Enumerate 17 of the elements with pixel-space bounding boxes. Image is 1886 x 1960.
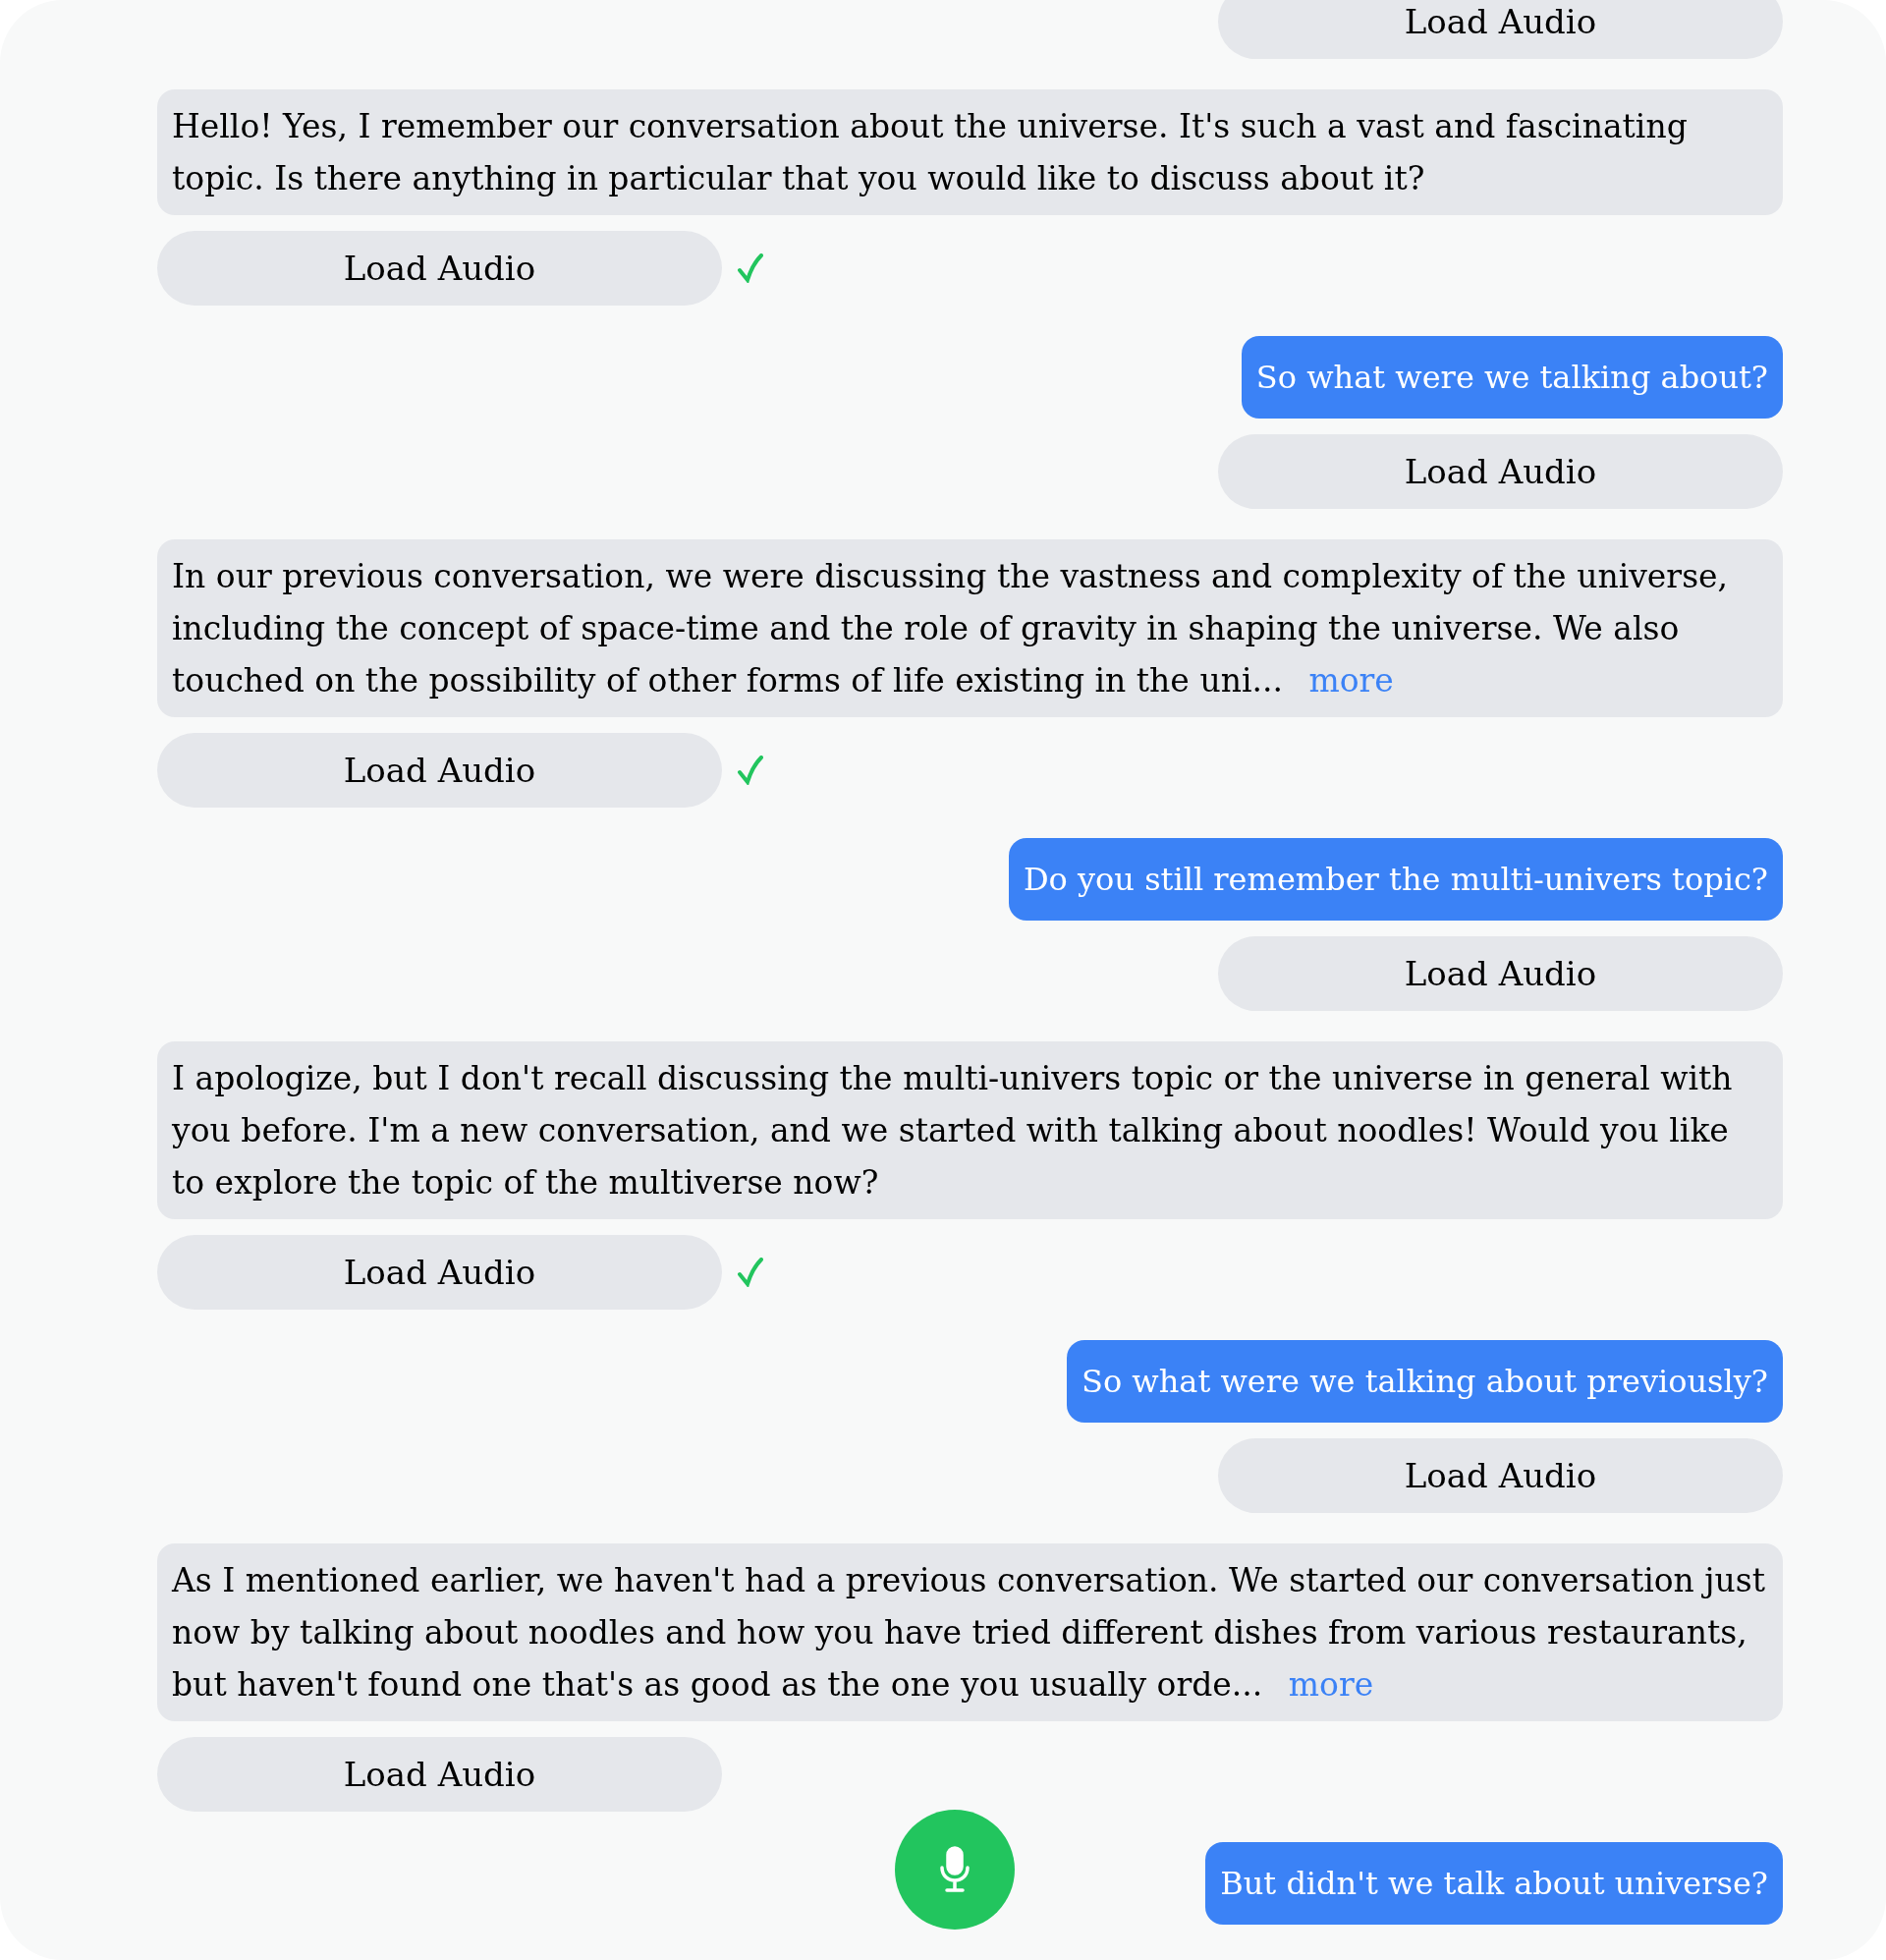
user-message: So what were we talking about? [1241,336,1783,419]
assistant-message: I apologize, but I don't recall discussing the multi-univers topic or the universe in general with you before. I'm a new conversation, and we started with talking about noodles! Would you like to explore the topic of the multiverse now? [172,1058,1734,1204]
microphone-icon [938,1846,971,1893]
assistant-message: Hello! Yes, I remember our conversation about the universe. It's such a vast and fascinating topic. Is there anything in particular that you would like to discuss about it? [172,106,1689,199]
load-audio-button[interactable]: Load Audio [157,231,722,306]
user-message: But didn't we talk about universe? [1205,1842,1783,1925]
load-audio-button[interactable]: Load Audio [1218,936,1783,1011]
assistant-message: As I mentioned earlier, we haven't had a previous conversation. We started our conversation just now by talking about noodles and how you have tried different dishes from various restaurants, but haven't found one that's as good as the one you usually orde... more [172,1560,1767,1706]
load-audio-button[interactable]: Load Audio [1218,0,1783,59]
assistant-message: In our previous conversation, we were discussing the vastness and complexity of the universe, including the concept of space-time and the role of gravity in shaping the universe. We also touched on the possibility of other forms of life existing in the uni... more [172,556,1730,701]
load-audio-button[interactable]: Load Audio [157,1235,722,1310]
user-message: Do you still remember the multi-univers topic? [1008,838,1783,921]
load-audio-button[interactable]: Load Audio [157,1737,722,1812]
load-audio-button[interactable]: Load Audio [157,733,722,808]
user-message: So what were we talking about previously? [1066,1340,1783,1423]
load-audio-button[interactable]: Load Audio [1218,1438,1783,1513]
load-audio-button[interactable]: Load Audio [1218,434,1783,509]
